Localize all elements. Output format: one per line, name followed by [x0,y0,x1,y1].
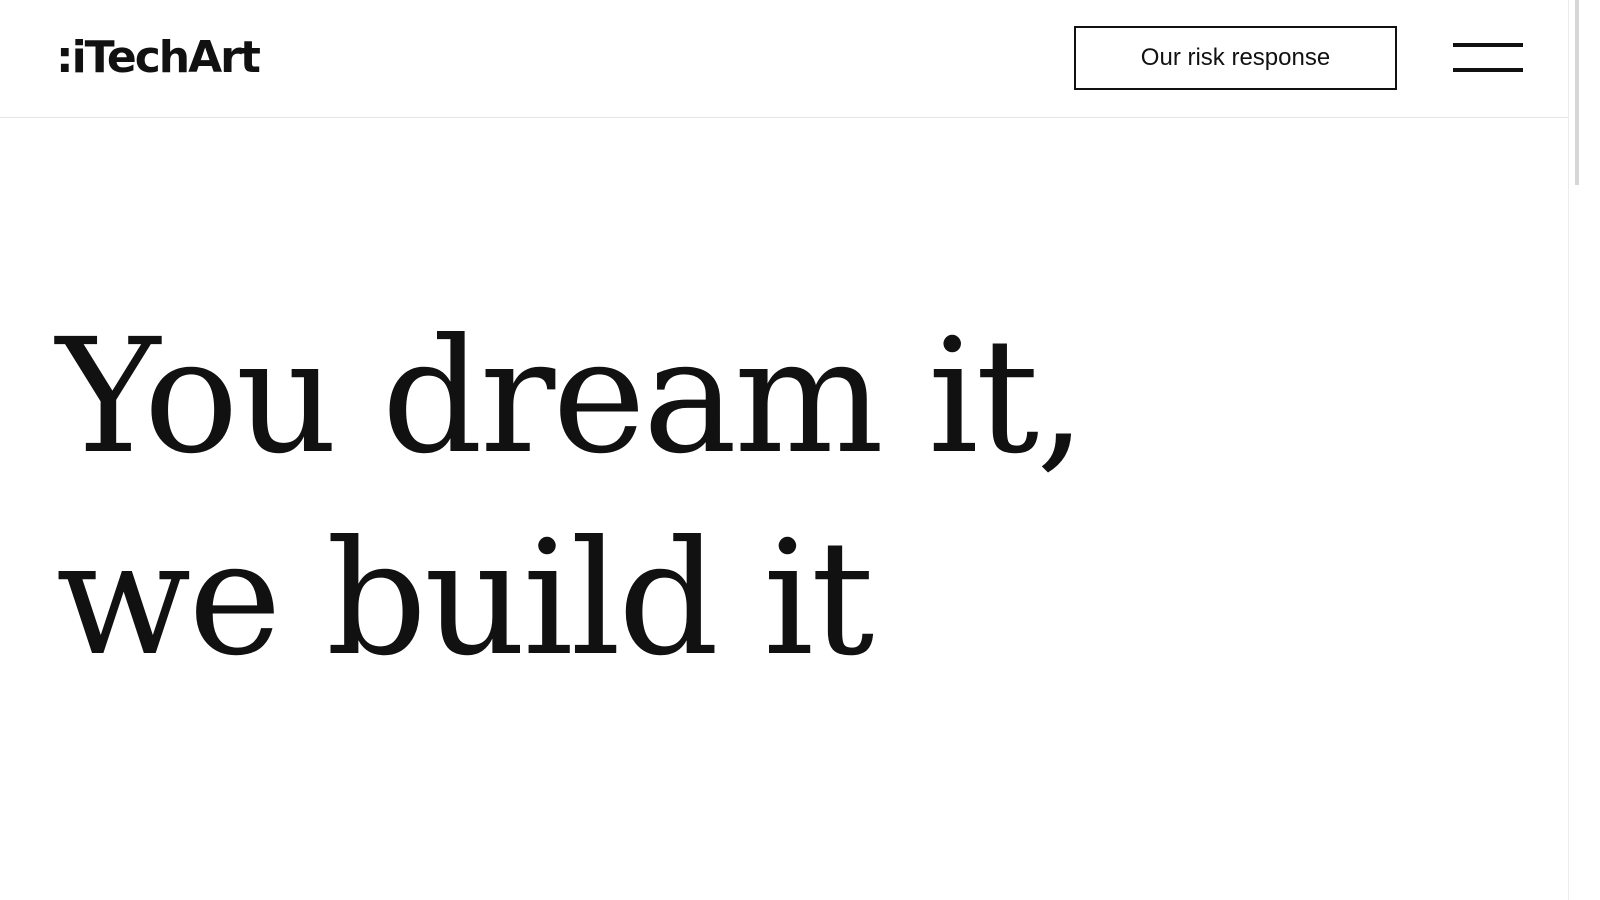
hamburger-menu-icon[interactable] [1448,32,1528,82]
hero-title: You dream it, we build it [56,296,1086,700]
risk-response-button[interactable]: Our risk response [1074,26,1397,90]
site-header: :iTechArt Our risk response [0,0,1568,118]
menu-line-top [1453,42,1523,47]
hero-line-2: we build it [56,507,874,691]
scrollbar-thumb[interactable] [1575,0,1579,185]
hero-line-1: You dream it, [56,305,1086,489]
scrollbar[interactable] [1568,0,1600,900]
page: :iTechArt Our risk response You dream it… [0,0,1600,900]
menu-line-bottom [1453,67,1523,72]
itechart-logo[interactable]: :iTechArt [56,34,261,82]
